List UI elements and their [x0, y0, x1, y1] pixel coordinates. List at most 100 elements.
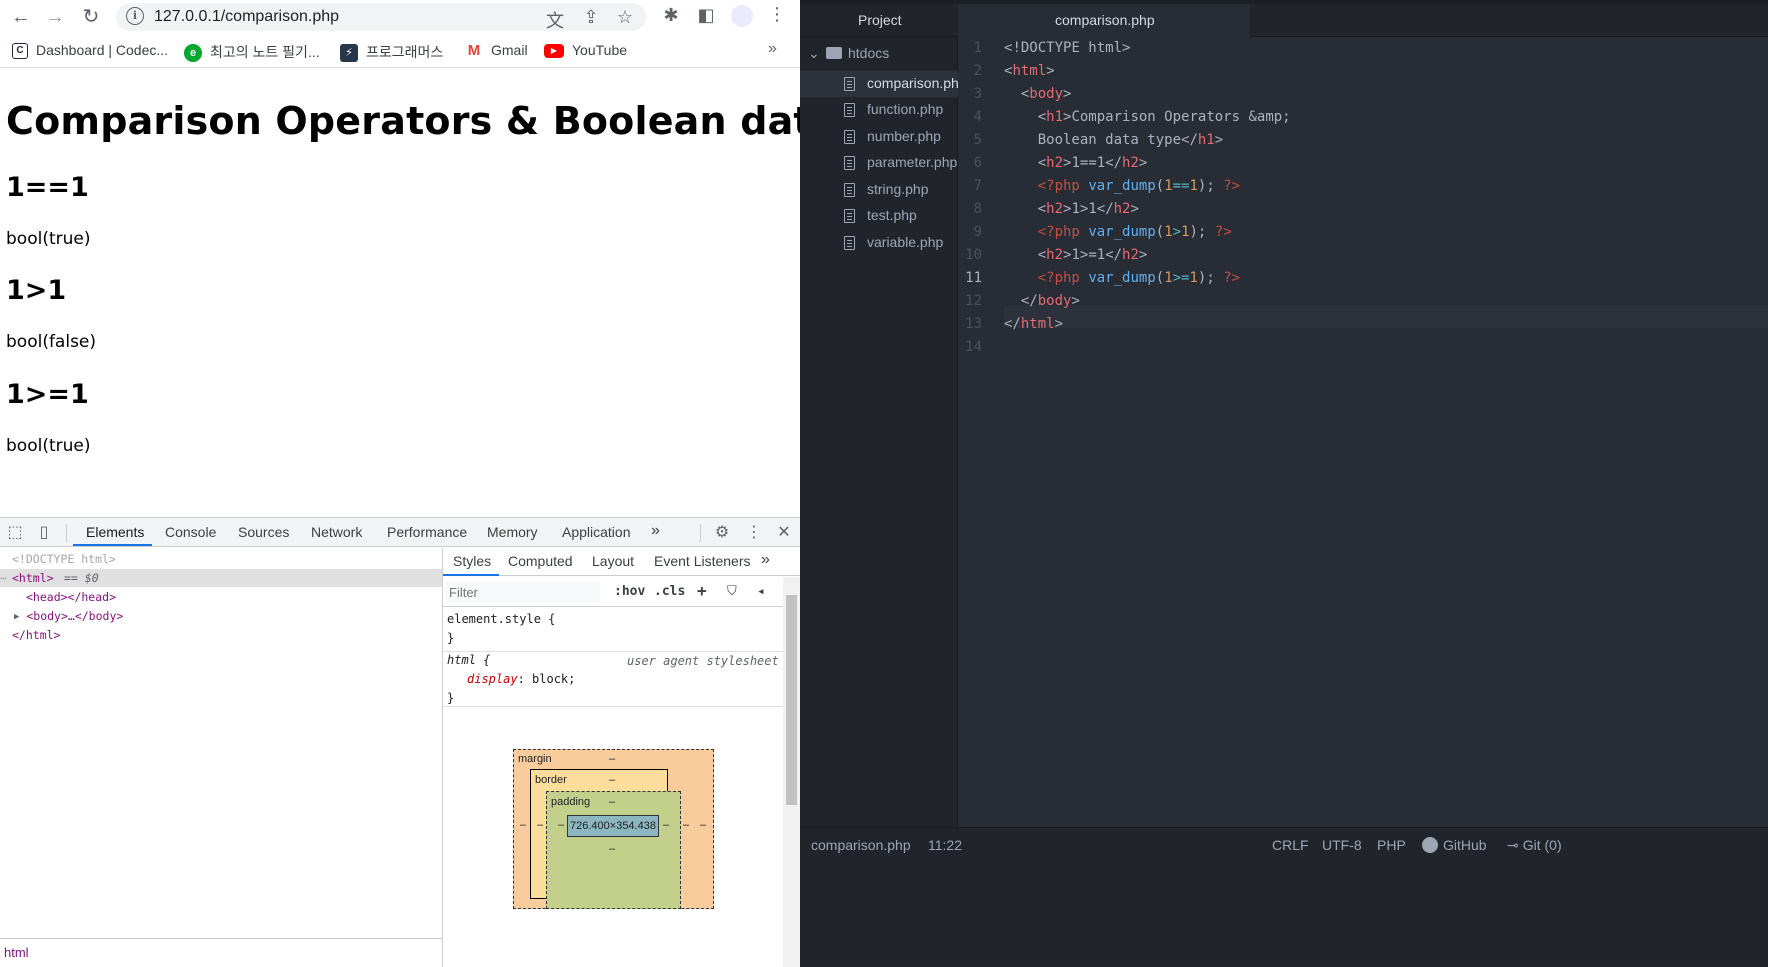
status-file-path[interactable]: comparison.php: [811, 837, 911, 853]
expand-triangle-icon[interactable]: ▶: [14, 612, 19, 622]
border-right-value[interactable]: –: [683, 819, 689, 831]
tree-file-item[interactable]: variable.php: [800, 230, 958, 256]
devtools-panel: ⬚ ▯ Elements Console Sources Network Per…: [0, 517, 800, 967]
styles-scrollbar-thumb[interactable]: [786, 595, 797, 805]
bookmark-gmail[interactable]: M Gmail: [465, 42, 528, 62]
status-cursor-position[interactable]: 11:22: [928, 837, 962, 853]
paint-icon[interactable]: ⛉: [727, 584, 737, 599]
bookmark-evernote[interactable]: e 최고의 노트 필기...: [184, 42, 320, 63]
project-panel-header[interactable]: Project: [800, 4, 958, 37]
code-line[interactable]: Boolean data type</h1>: [1004, 129, 1223, 152]
tab-styles[interactable]: Styles: [453, 553, 491, 569]
tree-file-item[interactable]: function.php: [800, 97, 958, 123]
dom-node-head[interactable]: <head></head>: [26, 588, 116, 606]
tab-computed[interactable]: Computed: [508, 553, 573, 569]
bookmark-youtube[interactable]: ▶ YouTube: [544, 42, 627, 62]
new-rule-icon[interactable]: +: [697, 581, 707, 600]
dom-doctype[interactable]: <!DOCTYPE html>: [12, 550, 116, 568]
status-git[interactable]: ⊸ Git (0): [1507, 837, 1562, 854]
toggle-sidebar-icon[interactable]: ◂: [757, 584, 765, 599]
share-icon[interactable]: ⇪: [580, 7, 602, 28]
margin-left-value[interactable]: –: [520, 819, 526, 831]
status-encoding[interactable]: UTF-8: [1322, 837, 1362, 853]
tab-layout[interactable]: Layout: [592, 553, 634, 569]
border-top-value[interactable]: –: [609, 774, 615, 786]
tab-performance[interactable]: Performance: [387, 524, 467, 540]
devtools-menu-icon[interactable]: ⋮: [744, 522, 764, 542]
bookmark-programmers[interactable]: ⚡ 프로그래머스: [340, 42, 443, 63]
code-line[interactable]: <?php var_dump(1==1); ?>: [1004, 175, 1240, 198]
status-grammar[interactable]: PHP: [1377, 837, 1406, 853]
margin-label: margin: [518, 753, 552, 765]
styles-filter-input[interactable]: [445, 581, 600, 603]
padding-bottom-value[interactable]: –: [609, 843, 615, 855]
padding-left-value[interactable]: –: [558, 819, 564, 831]
dom-node-body[interactable]: ▶ <body>…</body>: [14, 607, 123, 625]
tab-sources[interactable]: Sources: [238, 524, 289, 540]
code-line[interactable]: <html>: [1004, 60, 1055, 83]
tab-comparison-php[interactable]: comparison.php: [958, 4, 1250, 37]
tab-event-listeners[interactable]: Event Listeners: [654, 553, 751, 569]
reload-icon[interactable]: ↻: [78, 4, 104, 30]
tab-network[interactable]: Network: [311, 524, 362, 540]
box-content[interactable]: 726.400×354.438: [567, 815, 659, 837]
code-editor[interactable]: 1 2 3 4 5 6 7 8 9 10 11 12 13 14 <!DOCTYPE html> <html…: [958, 37, 1768, 827]
code-line[interactable]: <h2>1>=1</h2>: [1004, 244, 1148, 267]
git-commit-icon: ⊸: [1507, 837, 1519, 853]
side-panel-icon[interactable]: ◧: [694, 5, 718, 26]
bookmark-star-icon[interactable]: ☆: [614, 7, 636, 28]
padding-right-value[interactable]: –: [663, 819, 669, 831]
bookmark-codecademy[interactable]: C Dashboard | Codec...: [12, 42, 168, 62]
tree-file-item[interactable]: number.php: [800, 124, 958, 150]
margin-right-value[interactable]: –: [700, 819, 706, 831]
inspect-element-icon[interactable]: ⬚: [5, 522, 25, 542]
dom-node-html-selected[interactable]: ⋯ <html> == $0: [0, 569, 442, 587]
back-arrow-icon[interactable]: ←: [8, 4, 34, 30]
element-style-rule[interactable]: element.style { }: [447, 610, 555, 648]
margin-top-value[interactable]: –: [609, 753, 615, 765]
translate-icon[interactable]: 文: [544, 7, 566, 33]
tree-file-item[interactable]: test.php: [800, 203, 958, 229]
code-line[interactable]: </html>: [1004, 313, 1063, 336]
forward-arrow-icon[interactable]: →: [42, 4, 68, 30]
class-toggle[interactable]: .cls: [654, 584, 685, 599]
padding-top-value[interactable]: –: [609, 796, 615, 808]
github-icon: [1422, 837, 1438, 853]
code-line[interactable]: <?php var_dump(1>1); ?>: [1004, 221, 1232, 244]
extensions-icon[interactable]: ✱: [659, 5, 683, 26]
chrome-menu-icon[interactable]: ⋮: [768, 4, 786, 25]
code-line[interactable]: <h1>Comparison Operators &amp;: [1004, 106, 1291, 129]
address-bar[interactable]: i 127.0.0.1/comparison.php 文 ⇪ ☆: [116, 3, 646, 31]
more-tabs-button[interactable]: »: [761, 551, 770, 569]
close-icon[interactable]: ✕: [774, 522, 794, 542]
tree-file-item[interactable]: parameter.php: [800, 150, 958, 176]
profile-avatar[interactable]: [731, 5, 753, 27]
code-line[interactable]: <h2>1>1</h2>: [1004, 198, 1139, 221]
hover-state-toggle[interactable]: :hov: [614, 584, 645, 599]
border-left-value[interactable]: –: [537, 819, 543, 831]
code-line[interactable]: <body>: [1004, 83, 1072, 106]
more-tabs-button[interactable]: »: [651, 522, 660, 540]
status-line-ending[interactable]: CRLF: [1272, 837, 1309, 853]
address-url[interactable]: 127.0.0.1/comparison.php: [154, 8, 339, 26]
padding-label: padding: [551, 796, 591, 808]
line-number: 4: [973, 109, 982, 125]
code-line[interactable]: </body>: [1004, 290, 1080, 313]
code-line[interactable]: <h2>1==1</h2>: [1004, 152, 1148, 175]
code-line[interactable]: <?php var_dump(1>=1); ?>: [1004, 267, 1240, 290]
device-toolbar-icon[interactable]: ▯: [34, 522, 54, 542]
tree-file-item[interactable]: comparison.php: [800, 71, 958, 97]
tab-elements[interactable]: Elements: [86, 524, 144, 540]
settings-gear-icon[interactable]: ⚙: [712, 522, 732, 542]
tab-console[interactable]: Console: [165, 524, 216, 540]
tab-application[interactable]: Application: [562, 524, 631, 540]
html-rule[interactable]: html { display: block; }: [447, 651, 575, 708]
folder-htdocs[interactable]: ⌄ htdocs: [808, 45, 889, 62]
bookmarks-overflow-button[interactable]: »: [768, 40, 777, 58]
code-line[interactable]: <!DOCTYPE html>: [1004, 37, 1130, 60]
tab-memory[interactable]: Memory: [487, 524, 538, 540]
breadcrumb-item-html[interactable]: html: [4, 945, 29, 960]
tree-file-item[interactable]: string.php: [800, 177, 958, 203]
status-github[interactable]: GitHub: [1422, 837, 1487, 853]
site-info-icon[interactable]: i: [126, 7, 144, 25]
